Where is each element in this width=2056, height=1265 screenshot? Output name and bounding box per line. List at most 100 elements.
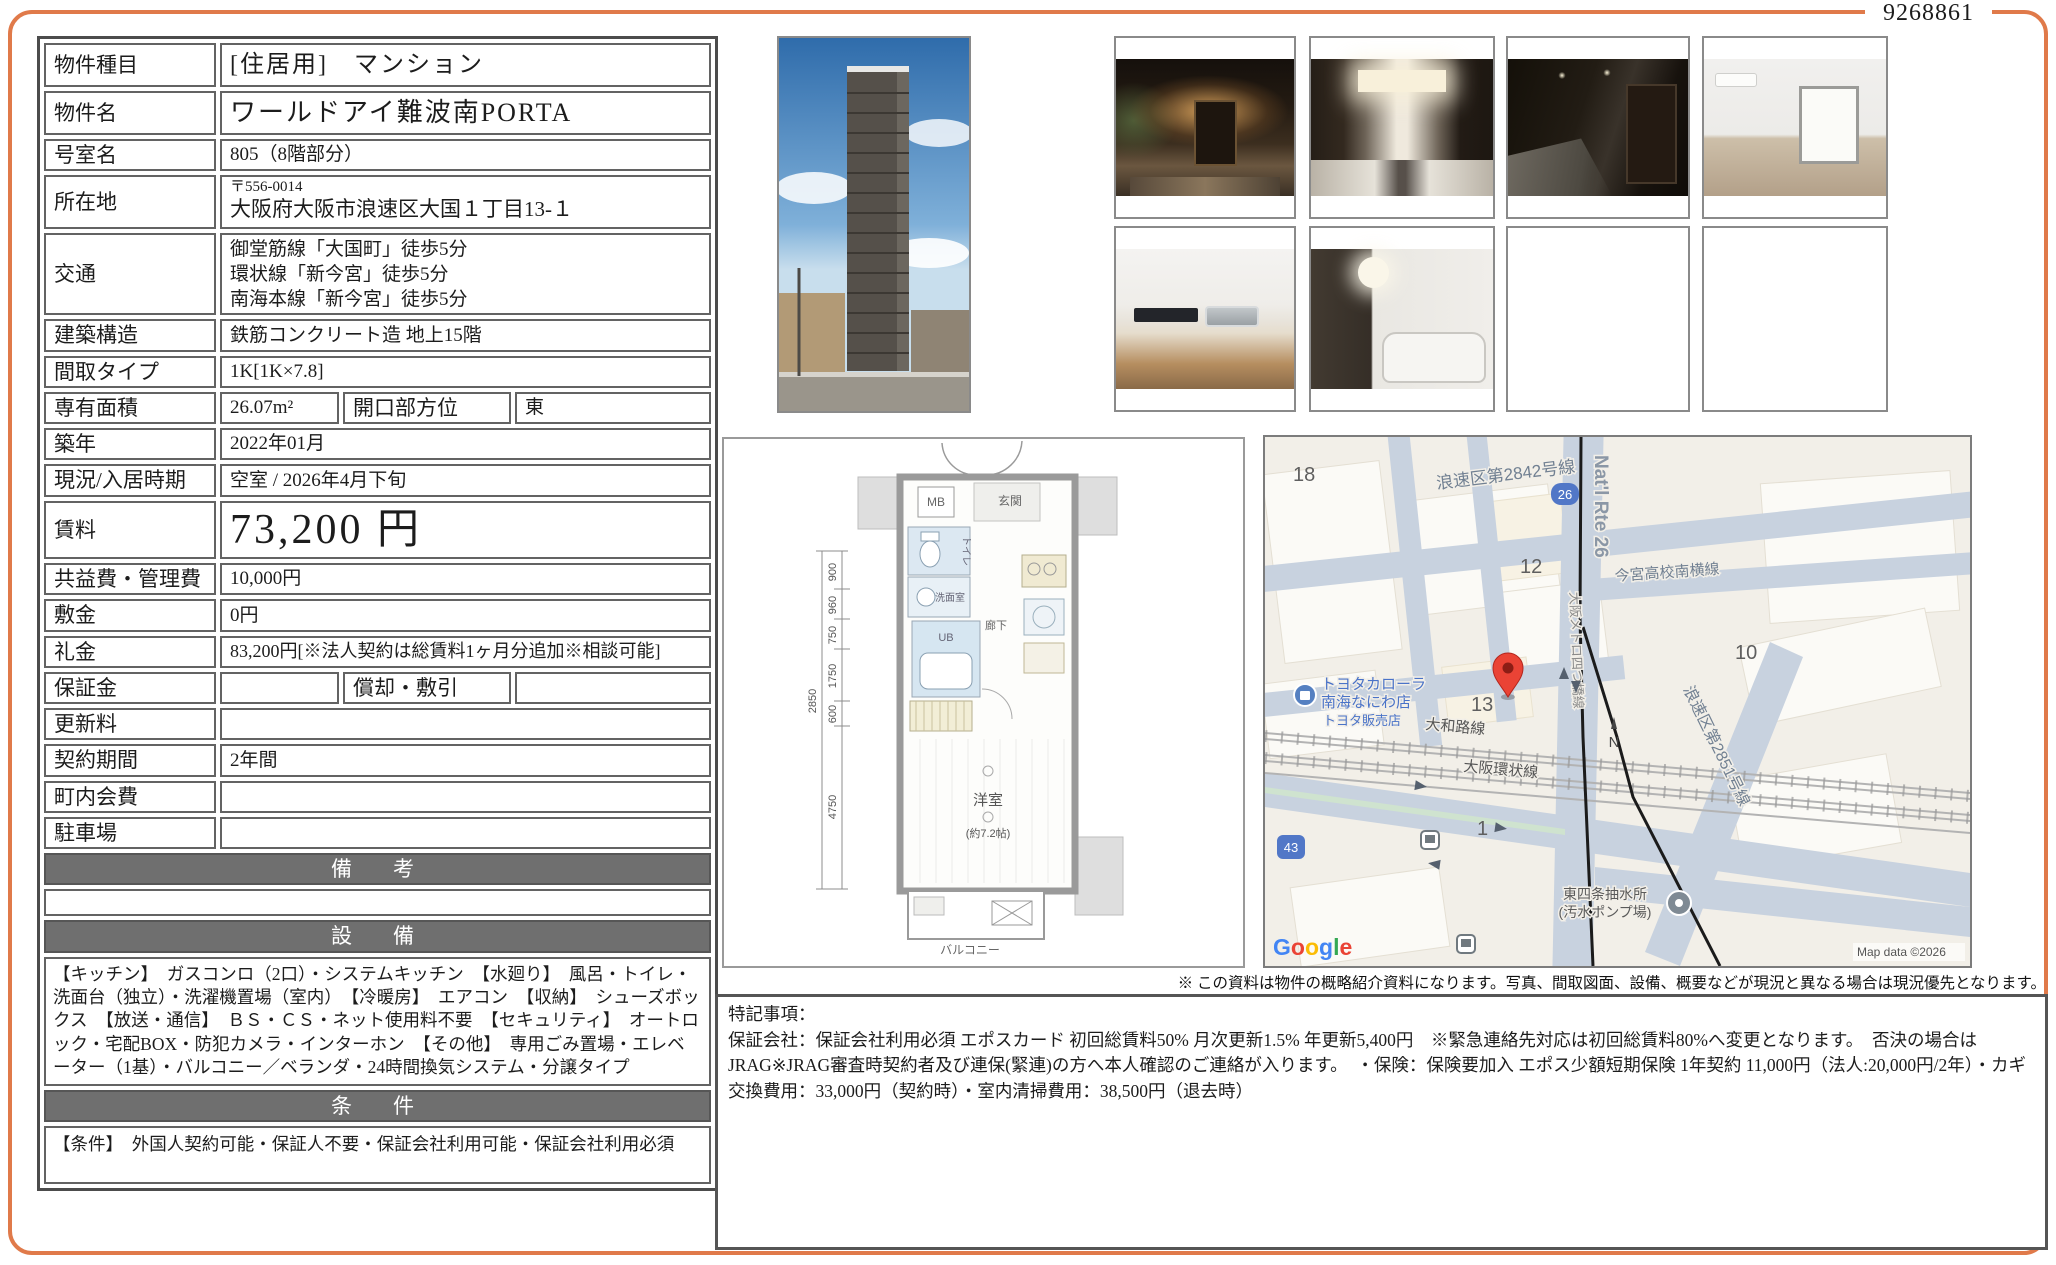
row-label: 契約期間	[44, 744, 216, 776]
poi-pump-label: 東四条抽水所	[1563, 886, 1647, 902]
row-value	[220, 672, 339, 704]
equipment-header: 設 備	[44, 920, 711, 952]
remarks-body-row	[44, 889, 711, 916]
table-row: 物件種目[住居用] マンション	[44, 43, 711, 87]
photo-placeholder-empty	[1506, 226, 1690, 412]
postal-code: 〒556-0014	[230, 179, 701, 196]
row-label: 間取タイプ	[44, 356, 216, 388]
equipment-header-row: 設 備	[44, 920, 711, 952]
area-value: 26.07m²	[220, 392, 339, 424]
address-cell: 〒556-0014 大阪府大阪市浪速区大国１丁目13-１	[220, 175, 711, 229]
photo-kitchen	[1114, 226, 1296, 412]
property-sheet: 9268861 物件種目[住居用] マンション 物件名ワールドアイ難波南PORT…	[0, 0, 2056, 1265]
poi-toyota-label: トヨタカローラ	[1321, 676, 1426, 693]
row-value: 2022年01月	[220, 428, 711, 460]
row-value: 0円	[220, 599, 711, 631]
dim-label: 960	[827, 596, 839, 614]
entrance-label: 玄関	[998, 493, 1022, 508]
dim-label: 900	[827, 563, 839, 581]
row-label: 更新料	[44, 708, 216, 740]
rent-value: 73,200 円	[220, 501, 711, 560]
table-row: 交通 御堂筋線「大国町」徒歩5分 環状線「新今宮」徒歩5分 南海本線「新今宮」徒…	[44, 233, 711, 315]
route-26-shield: 26	[1558, 487, 1572, 502]
table-row: 所在地 〒556-0014 大阪府大阪市浪速区大国１丁目13-１	[44, 175, 711, 229]
photo-bathroom	[1309, 226, 1495, 412]
route-43-shield: 43	[1284, 840, 1298, 855]
map-block-label: 18	[1293, 464, 1315, 486]
row-value: 鉄筋コンクリート造 地上15階	[220, 319, 711, 351]
row-label: 町内会費	[44, 781, 216, 813]
property-table: 物件種目[住居用] マンション 物件名ワールドアイ難波南PORTA 号室名805…	[37, 36, 718, 1191]
conditions-header: 条 件	[44, 1090, 711, 1122]
google-logo[interactable]: Google	[1273, 934, 1352, 960]
dim-label: 4750	[827, 795, 839, 819]
row-label: 賃料	[44, 501, 216, 560]
table-row: 現況/入居時期空室 / 2026年4月下旬	[44, 464, 711, 496]
photo-entrance	[1114, 36, 1296, 219]
table-row: 号室名805（8階部分）	[44, 139, 711, 171]
entrance-image	[1116, 59, 1294, 196]
row-value	[515, 672, 711, 704]
row-label: 駐車場	[44, 817, 216, 849]
row-value: 空室 / 2026年4月下旬	[220, 464, 711, 496]
dim-label: 750	[827, 626, 839, 644]
table-row: 更新料	[44, 708, 711, 740]
table-row: 礼金83,200円[※法人契約は総賃料1ヶ月分追加※相談可能]	[44, 636, 711, 668]
table-row: 町内会費	[44, 781, 711, 813]
special-notes-box: 特記事項： 保証会社：保証会社利用必須 エポスカード 初回総賃料50% 月次更新…	[715, 994, 2048, 1250]
poi-toyota-label: 南海なにわ店	[1321, 694, 1411, 711]
row-label: 保証金	[44, 672, 216, 704]
bath-label: UB	[938, 632, 953, 644]
photo-room	[1702, 36, 1888, 219]
compass-label: N	[1609, 734, 1620, 751]
map-block-label: 12	[1520, 556, 1542, 578]
dim-label: 2850	[807, 689, 819, 713]
building-exterior-image	[779, 38, 969, 411]
row-value: 2年間	[220, 744, 711, 776]
equipment-body-row: 【キッチン】 ガスコンロ（2口）・システムキッチン 【水廻り】 風呂・トイレ・洗…	[44, 957, 711, 1086]
row-value: 10,000円	[220, 563, 711, 595]
property-name: ワールドアイ難波南PORTA	[220, 91, 711, 135]
poi-pump-label: (汚水ポンプ場)	[1559, 904, 1652, 920]
row-label: 物件名	[44, 91, 216, 135]
row-label: 物件種目	[44, 43, 216, 87]
route-label: Nat'l Rte 26	[1590, 455, 1611, 558]
conditions-text: 【条件】 外国人契約可能・保証人不要・保証会社利用可能・保証会社利用必須	[44, 1126, 711, 1184]
row-label: 共益費・管理費	[44, 563, 216, 595]
table-row-area-direction: 専有面積 26.07m² 開口部方位 東	[44, 392, 711, 424]
row-label: 敷金	[44, 599, 216, 631]
poi-toyota-label: トヨタ販売店	[1323, 713, 1401, 728]
location-map[interactable]: 18 12 13 10 1 浪速区第2842号線 今宮高校南横線 浪速区第285…	[1263, 435, 1972, 968]
row-label: 所在地	[44, 175, 216, 229]
table-row: 敷金0円	[44, 599, 711, 631]
table-row: 共益費・管理費10,000円	[44, 563, 711, 595]
direction-value: 東	[515, 392, 711, 424]
street-address: 大阪府大阪市浪速区大国１丁目13-１	[230, 196, 701, 222]
row-label: 現況/入居時期	[44, 464, 216, 496]
table-row: 契約期間2年間	[44, 744, 711, 776]
balcony-label: バルコニー	[940, 943, 1000, 957]
table-row: 築年2022年01月	[44, 428, 711, 460]
row-value: 805（8階部分）	[220, 139, 711, 171]
special-notes-title: 特記事項：	[728, 1002, 2035, 1028]
row-value	[220, 781, 711, 813]
lobby-image	[1311, 59, 1493, 196]
photo-corridor	[1506, 36, 1690, 219]
document-number: 9268861	[1865, 0, 1992, 27]
bathroom-image	[1311, 249, 1493, 389]
hall-label: 廊下	[985, 618, 1007, 632]
washroom-label: 洗面室	[935, 591, 965, 604]
map-block-label: 10	[1735, 642, 1757, 664]
table-row: 駐車場	[44, 817, 711, 849]
row-value: 1K[1K×7.8]	[220, 356, 711, 388]
photo-lobby	[1309, 36, 1495, 219]
transit-line: 環状線「新今宮」徒歩5分	[230, 264, 449, 285]
transit-line: 御堂筋線「大国町」徒歩5分	[230, 239, 468, 260]
map-block-label: 13	[1471, 694, 1493, 716]
table-row: 物件名ワールドアイ難波南PORTA	[44, 91, 711, 135]
table-row: 建築構造鉄筋コンクリート造 地上15階	[44, 319, 711, 351]
special-notes-body: 保証会社：保証会社利用必須 エポスカード 初回総賃料50% 月次更新1.5% 年…	[728, 1028, 2035, 1105]
row-label: 交通	[44, 233, 216, 315]
remarks-header: 備 考	[44, 853, 711, 885]
row-value: [住居用] マンション	[220, 43, 711, 87]
